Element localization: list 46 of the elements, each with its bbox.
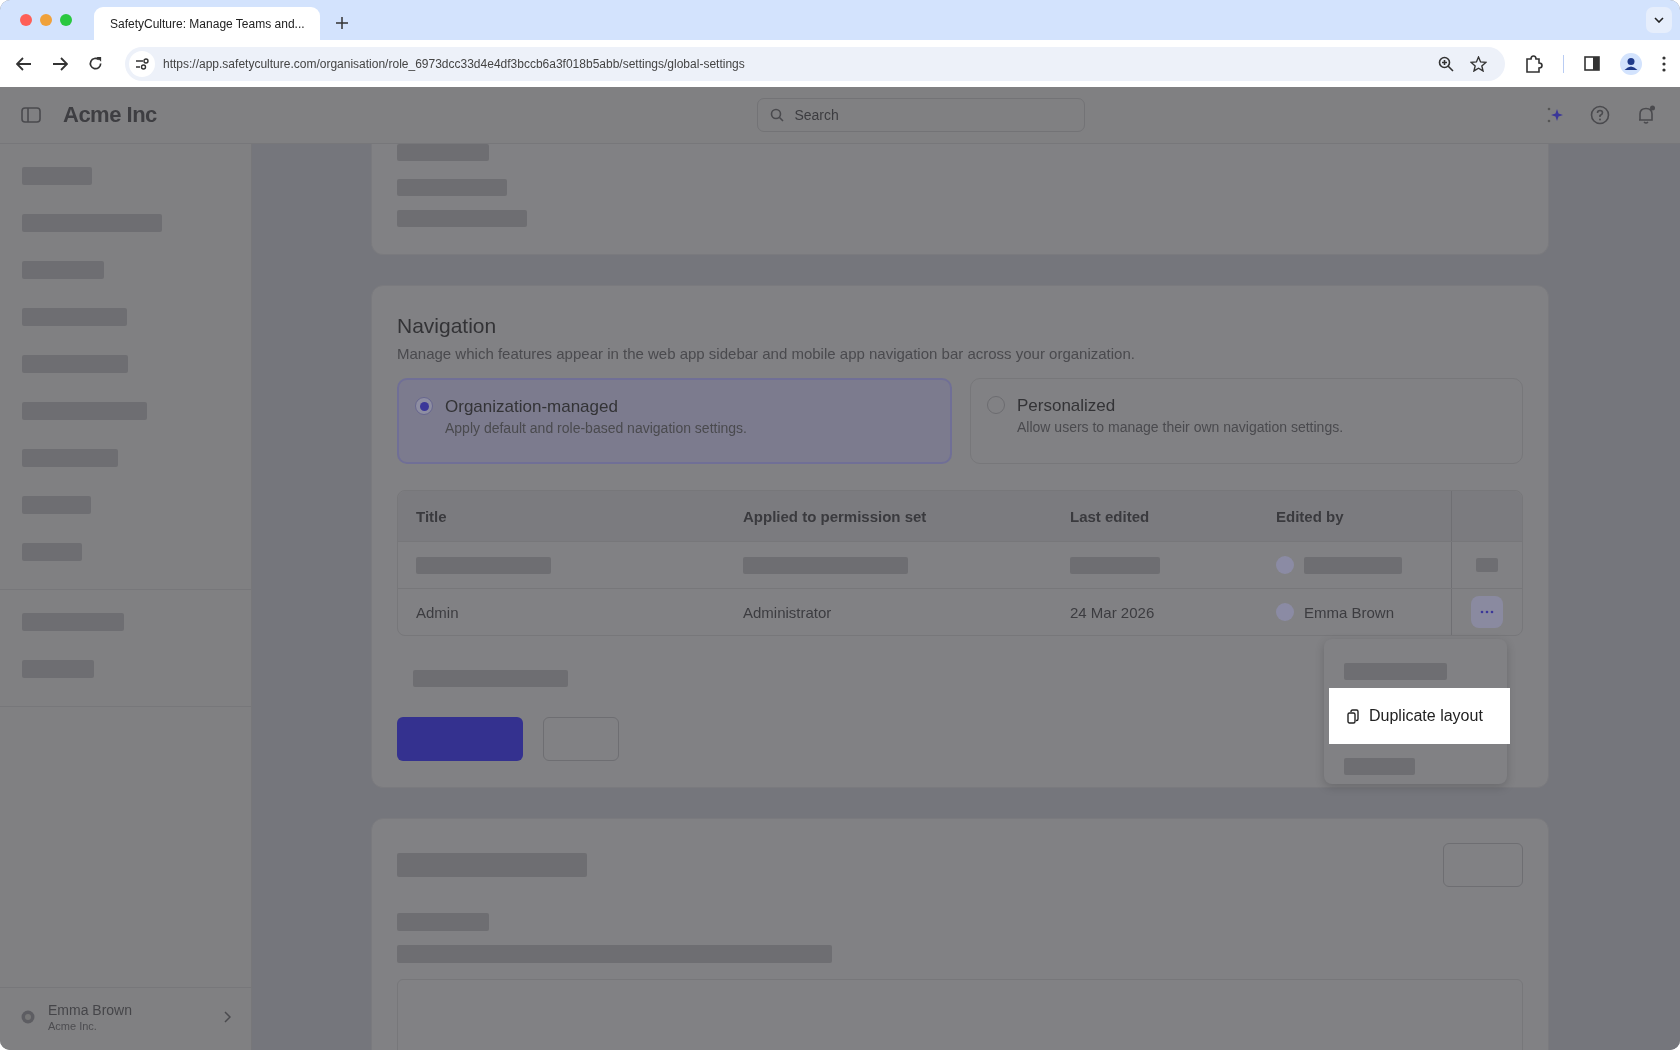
tab-search-button[interactable]: [1646, 7, 1672, 33]
puzzle-icon[interactable]: [1525, 54, 1543, 73]
option-title: Organization-managed: [445, 397, 619, 417]
avatar-icon: [1276, 556, 1294, 574]
address-bar[interactable]: https://app.safetyculture.com/organisation/role_6973dcc33d4e4df3bccb6a3f018b5abb/settings/global-settings: [125, 46, 1505, 81]
chevron-right-icon: [224, 1011, 231, 1023]
menu-item[interactable]: Duplicate layout: [1329, 688, 1510, 744]
chevron-down-icon: [1654, 17, 1664, 23]
column-header: Title: [415, 507, 448, 525]
option-description: Apply default and role-based navigation settings.: [445, 420, 747, 436]
site-settings-icon[interactable]: [129, 50, 155, 77]
radio-button[interactable]: [415, 397, 433, 415]
user-name: Emma Brown: [48, 1002, 133, 1018]
search-field[interactable]: Search: [757, 98, 1086, 132]
sparkle-icon[interactable]: [1546, 106, 1564, 124]
maximize-window-icon[interactable]: [60, 14, 72, 26]
forward-icon[interactable]: [52, 56, 68, 71]
column-header: Last edited: [1069, 507, 1151, 525]
zoom-icon[interactable]: [1438, 55, 1454, 72]
close-window-icon[interactable]: [20, 14, 32, 26]
ellipsis-icon: [1480, 610, 1494, 614]
reload-icon[interactable]: [88, 56, 103, 71]
gear-icon: [20, 1009, 36, 1025]
bell-icon[interactable]: [1636, 105, 1656, 125]
table-cell-text: 24 Mar 2026: [1069, 603, 1156, 621]
table-cell: Emma Brown: [1304, 603, 1395, 621]
side-panel-icon[interactable]: [1584, 56, 1600, 71]
table-cell-text: Admin: [415, 603, 460, 621]
search-icon: [770, 108, 785, 122]
profile-icon[interactable]: [1620, 52, 1642, 75]
copy-icon: [1347, 708, 1359, 724]
more-icon[interactable]: [1662, 55, 1666, 72]
minimize-window-icon[interactable]: [40, 14, 52, 26]
help-icon[interactable]: [1590, 105, 1610, 125]
column-header: Applied to permission set: [742, 507, 928, 525]
organization-name: Acme Inc: [63, 102, 157, 128]
browser-tab[interactable]: SafetyCulture: Manage Teams and...: [94, 7, 320, 40]
star-icon[interactable]: [1470, 55, 1487, 72]
avatar-icon: [1276, 603, 1294, 621]
option-title: Personalized: [1017, 396, 1117, 416]
column-header: Edited by: [1275, 507, 1345, 525]
section-title: Navigation: [397, 314, 498, 338]
table-cell-text: Administrator: [742, 603, 833, 621]
back-icon[interactable]: [16, 56, 32, 71]
new-tab-icon[interactable]: [336, 17, 348, 29]
sidebar-toggle-icon[interactable]: [21, 107, 41, 123]
